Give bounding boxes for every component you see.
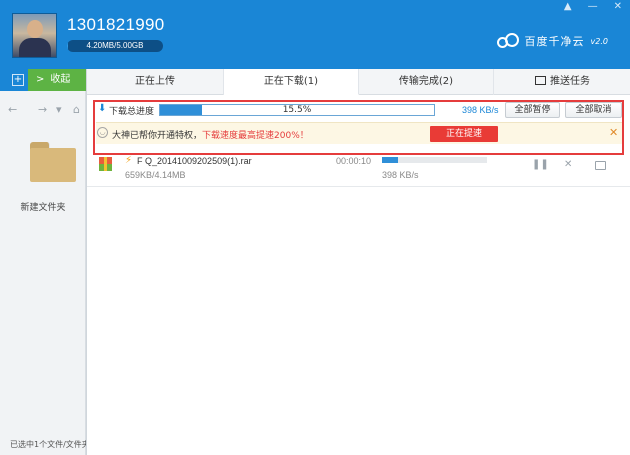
username: 1301821990: [67, 15, 165, 34]
forward-arrow-icon[interactable]: →: [38, 103, 47, 116]
open-folder-icon[interactable]: [595, 161, 606, 170]
minimize-icon[interactable]: —: [588, 0, 598, 14]
brand-version: v2.0: [590, 36, 608, 46]
avatar-body: [19, 38, 51, 57]
quota-bar: 4.20MB/5.00GB: [67, 40, 163, 52]
file-progress-bar: [382, 157, 487, 163]
notice-text: 大神已帮你开通特权，下载速度最高提速200%！: [112, 128, 309, 141]
collapse-button[interactable]: > 收起: [28, 69, 86, 91]
rar-archive-icon: [99, 157, 112, 171]
download-arrow-icon: ⬇: [98, 103, 107, 114]
file-progress-fill: [382, 157, 399, 163]
boost-button[interactable]: 正在提速: [430, 126, 498, 142]
pause-icon[interactable]: ❚❚: [532, 159, 549, 170]
folder-label: 新建文件夹: [20, 203, 66, 213]
file-speed: 398 KB/s: [382, 170, 419, 180]
download-row[interactable]: ⚡ F Q_20141009202509(1).rar 659KB/4.14MB…: [87, 153, 630, 187]
collapse-label: 收起: [50, 74, 71, 85]
nav-row: ← → ▾ ⌂: [0, 103, 86, 119]
total-speed: 398 KB/s: [462, 105, 499, 115]
close-notice-icon[interactable]: ✕: [609, 126, 618, 139]
header: 1301821990 4.20MB/5.00GB ▲ — ✕ 百度千净云 v2.…: [0, 0, 630, 69]
tab-completed[interactable]: 传输完成(2): [359, 69, 494, 95]
window-controls: ▲ — ✕: [564, 0, 622, 14]
back-arrow-icon[interactable]: ←: [8, 103, 17, 116]
notice-highlight: 下载速度最高提速200%！: [202, 131, 309, 141]
transfer-panel: 正在上传 正在下载(1) 传输完成(2) 推送任务 ⬇ 下载总进度 15.5% …: [86, 69, 630, 455]
total-progress-label: 下载总进度: [109, 107, 155, 117]
brand-name: 百度千净云: [524, 35, 585, 48]
notice-bar: ◡ 大神已帮你开通特权，下载速度最高提速200%！ 正在提速 ✕: [96, 122, 622, 144]
tab-push-tasks[interactable]: 推送任务: [494, 69, 630, 95]
total-progress-bar: 15.5%: [159, 104, 435, 116]
sidebar: + > 收起 ← → ▾ ⌂ 新建文件夹 已选中1个文件/文件夹: [0, 69, 86, 455]
lightning-icon: ⚡: [125, 155, 133, 166]
cancel-all-button[interactable]: 全部取消: [565, 102, 622, 118]
total-progress-percent: 15.5%: [282, 105, 312, 115]
total-progress-row: ⬇ 下载总进度 15.5% 398 KB/s 全部暂停 全部取消: [96, 102, 622, 119]
collapse-window-icon[interactable]: ▲: [564, 0, 572, 14]
avatar-head: [27, 20, 43, 38]
push-task-icon: [535, 76, 546, 85]
smiley-icon: ◡: [97, 127, 108, 138]
tab-uploading[interactable]: 正在上传: [87, 69, 224, 95]
tab-completed-label: 传输完成(2): [398, 76, 454, 87]
file-name: F Q_20141009202509(1).rar: [137, 156, 252, 166]
time-remaining: 00:00:10: [336, 156, 372, 166]
pause-all-button[interactable]: 全部暂停: [505, 102, 560, 118]
tab-push-tasks-label: 推送任务: [550, 76, 590, 87]
delete-icon[interactable]: ✕: [564, 159, 572, 170]
brand: 百度千净云 v2.0: [496, 33, 608, 49]
notice-message: 大神已帮你开通特权，: [112, 131, 203, 141]
sidebar-toolbar: + > 收起: [0, 69, 86, 91]
avatar[interactable]: [12, 13, 57, 58]
file-size: 659KB/4.14MB: [125, 170, 186, 180]
transfer-tabs: 正在上传 正在下载(1) 传输完成(2) 推送任务: [87, 69, 630, 95]
quota-text: 4.20MB/5.00GB: [86, 41, 144, 50]
status-bar: 已选中1个文件/文件夹: [10, 440, 86, 449]
chevron-right-icon: >: [36, 74, 45, 85]
close-icon[interactable]: ✕: [614, 0, 622, 14]
chevron-down-icon[interactable]: ▾: [56, 103, 62, 116]
tab-uploading-label: 正在上传: [135, 76, 175, 87]
cloud-logo-icon: [496, 33, 521, 49]
plus-icon[interactable]: +: [12, 74, 24, 86]
tab-downloading-label: 正在下载(1): [263, 76, 319, 87]
tab-downloading[interactable]: 正在下载(1): [224, 69, 359, 95]
folder-icon[interactable]: [28, 142, 78, 182]
home-icon[interactable]: ⌂: [73, 103, 80, 116]
